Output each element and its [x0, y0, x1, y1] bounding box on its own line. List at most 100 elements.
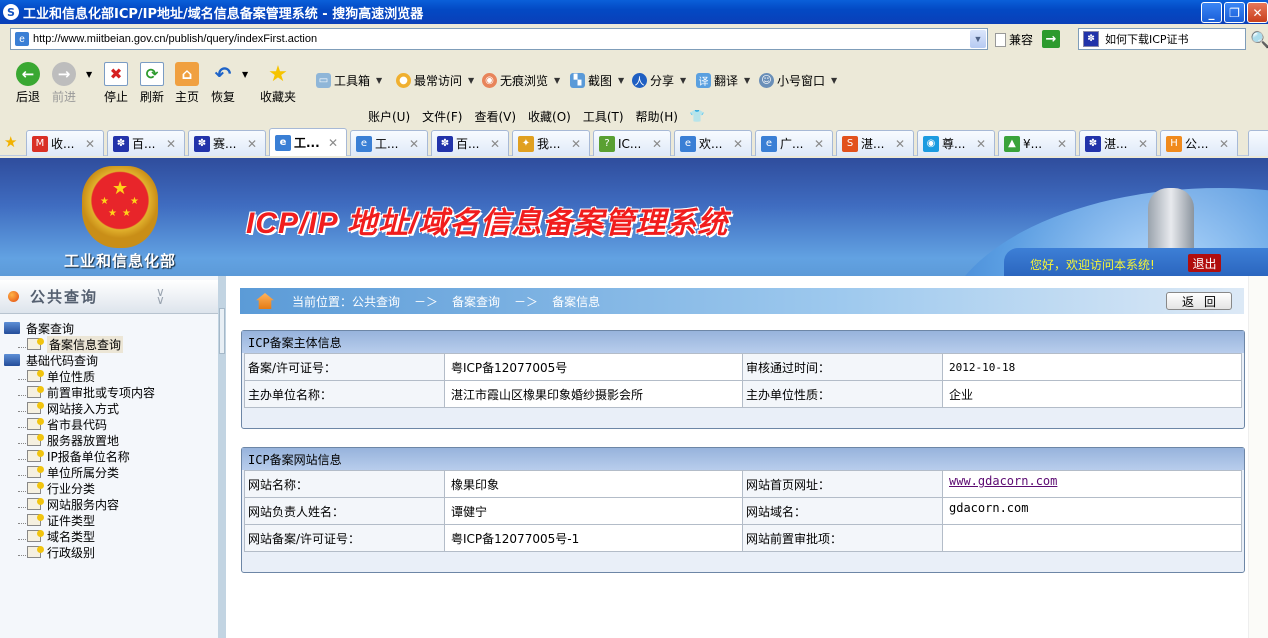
close-tab-icon[interactable]: ✕	[409, 137, 419, 151]
browser-tab[interactable]: ◉ 尊... ✕	[917, 130, 995, 156]
tree-line	[18, 388, 26, 396]
menu-tools[interactable]: 工具(T)	[583, 108, 624, 125]
browser-tab[interactable]: e 工... ✕	[350, 130, 428, 156]
panel-footer	[242, 408, 1244, 428]
screenshot-button[interactable]: ▚ 截图 ▼	[570, 72, 624, 89]
stop-button[interactable]: ✖ 停止	[104, 62, 128, 105]
sidebar-item-label: 网站服务内容	[47, 497, 120, 512]
close-tab-icon[interactable]: ✕	[814, 137, 824, 151]
breadcrumb-level2[interactable]: 备案查询	[452, 293, 500, 310]
close-tab-icon[interactable]: ✕	[166, 137, 176, 151]
sidebar-item[interactable]: 服务器放置地	[4, 432, 155, 448]
restore-tab-button[interactable]: ↶ 恢复	[211, 62, 235, 105]
close-tab-icon[interactable]: ✕	[1219, 137, 1229, 151]
collapse-chevron-icon[interactable]: ∨ ∨	[156, 286, 165, 306]
sidebar-item[interactable]: 备案信息查询	[4, 335, 155, 353]
sidebar-item[interactable]: IP报备单位名称	[4, 448, 155, 464]
site-banner: ★ ★ ★ ★ ★ 工业和信息化部 ICP/IP 地址/域名信息备案管理系统 您…	[0, 158, 1268, 276]
browser-tab[interactable]: M 收... ✕	[26, 130, 104, 156]
sidebar-item[interactable]: 行政级别	[4, 544, 155, 560]
minimize-button[interactable]: _	[1201, 2, 1222, 23]
share-button[interactable]: 人 分享 ▼	[632, 72, 686, 89]
sidebar-item[interactable]: 网站服务内容	[4, 496, 155, 512]
close-tab-icon[interactable]: ✕	[328, 136, 338, 150]
favorites-star-icon[interactable]: ★	[4, 133, 17, 151]
most-visited-button[interactable]: ● 最常访问 ▼	[396, 72, 474, 89]
refresh-button[interactable]: ⟳ 刷新	[140, 62, 164, 105]
website-name-value: 橡果印象	[444, 470, 743, 498]
new-tab-button[interactable]	[1248, 130, 1268, 156]
search-icon[interactable]: 🔍	[1250, 30, 1268, 49]
browser-tab[interactable]: ✦ 我... ✕	[512, 130, 590, 156]
house-arrow-icon: ▲	[1004, 135, 1020, 152]
sidebar-item[interactable]: 单位所属分类	[4, 464, 155, 480]
tree-group[interactable]: 基础代码查询	[4, 352, 155, 368]
close-tab-icon[interactable]: ✕	[976, 137, 986, 151]
forward-button[interactable]: → 前进	[52, 62, 76, 105]
browser-tab[interactable]: e 广... ✕	[755, 130, 833, 156]
menu-help[interactable]: 帮助(H)	[636, 108, 678, 125]
browser-tab[interactable]: ✽ 百... ✕	[107, 130, 185, 156]
browser-tab[interactable]: S 湛... ✕	[836, 130, 914, 156]
pre-approval-value	[942, 524, 1242, 552]
vertical-scrollbar[interactable]	[1248, 276, 1268, 638]
sidebar-item[interactable]: 证件类型	[4, 512, 155, 528]
home-button[interactable]: ⌂ 主页	[175, 62, 199, 105]
homepage-url-link[interactable]: www.gdacorn.com	[942, 470, 1242, 498]
restore-dropdown-icon[interactable]: ▼	[242, 70, 248, 79]
sidebar-item[interactable]: 行业分类	[4, 480, 155, 496]
forward-dropdown-icon[interactable]: ▼	[86, 70, 92, 79]
sidebar-splitter[interactable]	[218, 276, 226, 638]
browser-tab[interactable]: ? IC... ✕	[593, 130, 671, 156]
breadcrumb-root[interactable]: 当前位置：公共查询	[292, 293, 400, 310]
restore-button[interactable]: ❐	[1224, 2, 1245, 23]
compat-mode-button[interactable]: 兼容	[995, 31, 1033, 48]
close-tab-icon[interactable]: ✕	[85, 137, 95, 151]
home-icon[interactable]	[256, 293, 274, 309]
browser-tab[interactable]: H 公... ✕	[1160, 130, 1238, 156]
field-label: 主办单位性质：	[742, 380, 943, 408]
back-button[interactable]: ← 后退	[16, 62, 40, 105]
favorites-button[interactable]: ★ 收藏夹	[260, 62, 296, 105]
browser-tab[interactable]: ✽ 湛... ✕	[1079, 130, 1157, 156]
browser-tab[interactable]: e 欢... ✕	[674, 130, 752, 156]
private-browse-button[interactable]: ◉ 无痕浏览 ▼	[482, 72, 560, 89]
baidu-paw-icon[interactable]: ✽	[1083, 31, 1099, 47]
browser-tab[interactable]: e 工... ✕	[269, 128, 347, 156]
close-tab-icon[interactable]: ✕	[733, 137, 743, 151]
browser-tab[interactable]: ▲ ¥... ✕	[998, 130, 1076, 156]
sidebar-header[interactable]: 公共查询 ∨ ∨	[0, 280, 218, 314]
close-tab-icon[interactable]: ✕	[1138, 137, 1148, 151]
close-button[interactable]: ✕	[1247, 2, 1268, 23]
back-button[interactable]: 返回	[1166, 292, 1232, 310]
go-button[interactable]: →	[1042, 30, 1060, 48]
close-tab-icon[interactable]: ✕	[895, 137, 905, 151]
sidebar-item[interactable]: 网站接入方式	[4, 400, 155, 416]
close-tab-icon[interactable]: ✕	[1057, 137, 1067, 151]
toolbox-button[interactable]: ▭ 工具箱 ▼	[316, 72, 382, 89]
search-input[interactable]: ✽ 如何下载ICP证书	[1078, 28, 1246, 50]
address-input[interactable]: e http://www.miitbeian.gov.cn/publish/qu…	[10, 28, 988, 50]
browser-tab[interactable]: ✽ 赛... ✕	[188, 130, 266, 156]
close-tab-icon[interactable]: ✕	[247, 137, 257, 151]
menu-account[interactable]: 账户(U)	[368, 108, 410, 125]
share-icon: 人	[632, 73, 647, 88]
chevron-down-icon[interactable]: ▼	[970, 30, 986, 48]
sidebar-item[interactable]: 省市县代码	[4, 416, 155, 432]
sidebar-item[interactable]: 前置审批或专项内容	[4, 384, 155, 400]
close-tab-icon[interactable]: ✕	[490, 137, 500, 151]
sidebar-item[interactable]: 单位性质	[4, 368, 155, 384]
menu-view[interactable]: 查看(V)	[474, 108, 516, 125]
menu-favorites[interactable]: 收藏(O)	[528, 108, 571, 125]
skin-shirt-icon[interactable]: 👕	[690, 109, 705, 123]
splitter-handle[interactable]	[219, 308, 225, 354]
translate-button[interactable]: 译 翻译 ▼	[696, 72, 750, 89]
close-tab-icon[interactable]: ✕	[652, 137, 662, 151]
menu-file[interactable]: 文件(F)	[422, 108, 462, 125]
close-tab-icon[interactable]: ✕	[571, 137, 581, 151]
logout-button[interactable]: 退出	[1188, 254, 1221, 272]
browser-tab[interactable]: ✽ 百... ✕	[431, 130, 509, 156]
small-window-button[interactable]: ☺ 小号窗口 ▼	[759, 72, 837, 89]
sidebar-item[interactable]: 域名类型	[4, 528, 155, 544]
tree-group[interactable]: 备案查询	[4, 320, 155, 336]
